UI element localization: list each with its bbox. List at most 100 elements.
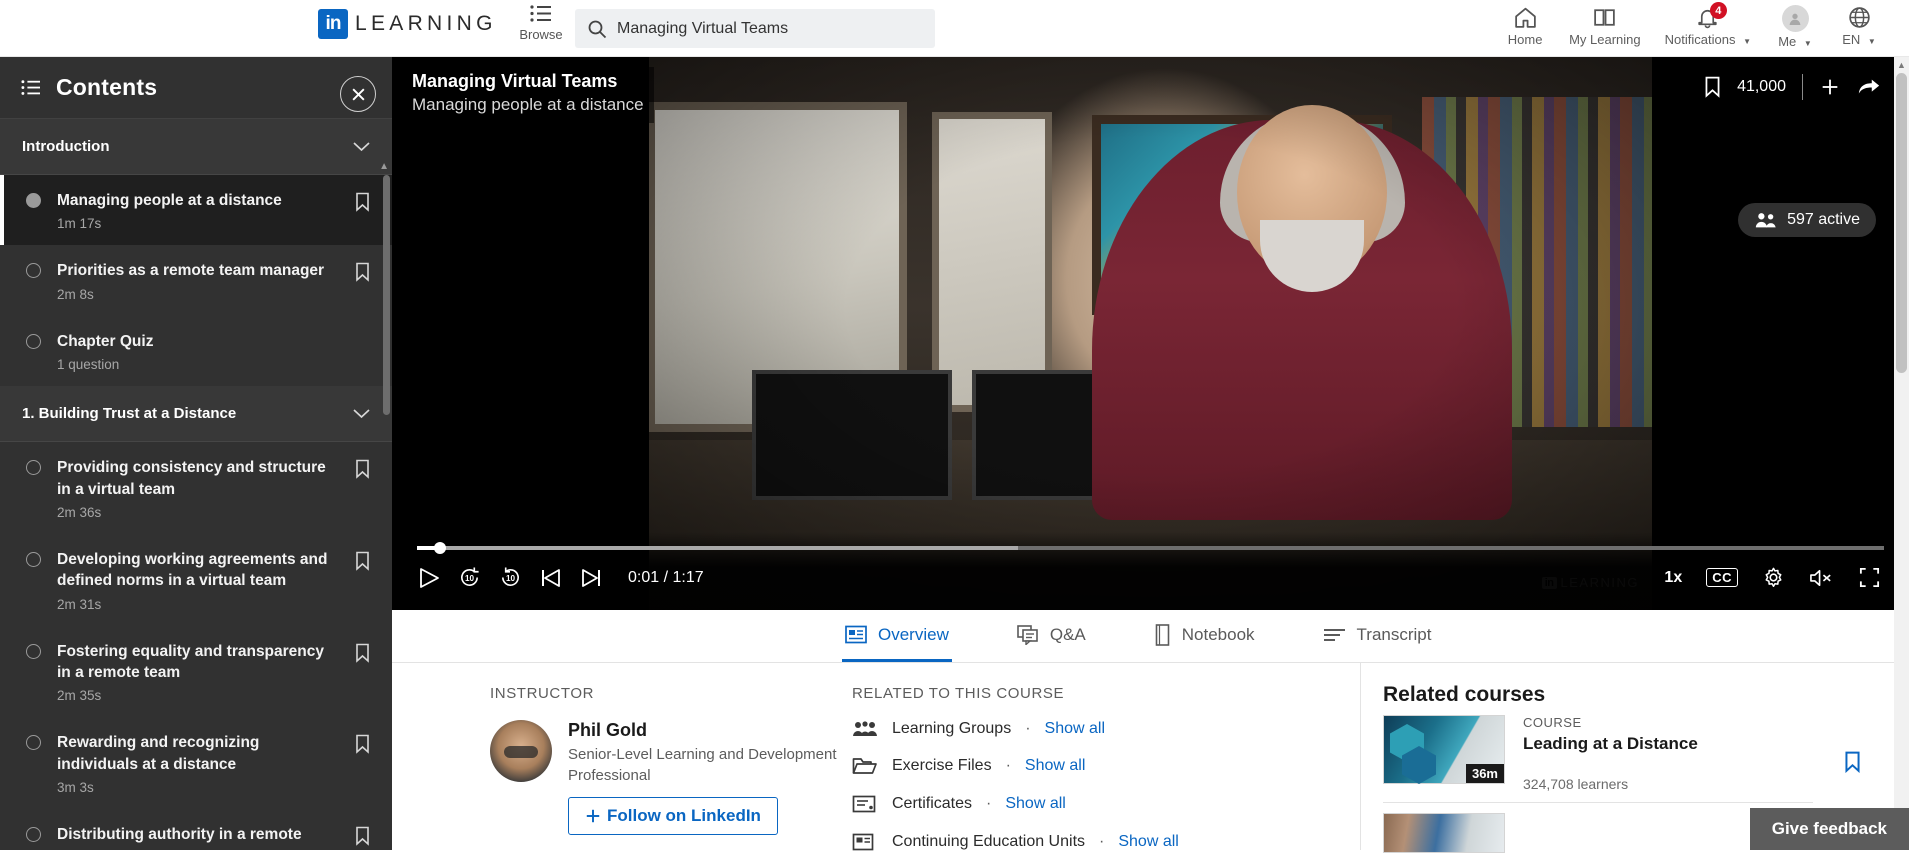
tab-notebook[interactable]: Notebook: [1151, 610, 1258, 662]
plus-icon[interactable]: [1819, 76, 1841, 98]
header-nav: Home My Learning 4 Notifications ▼: [1493, 2, 1891, 52]
search-box[interactable]: [575, 9, 935, 48]
certificate-icon: [852, 794, 878, 814]
list-icon: [20, 79, 42, 97]
page-scroll-up-arrow[interactable]: ▲: [1897, 60, 1906, 70]
progress-handle[interactable]: [434, 542, 446, 554]
search-icon: [587, 19, 607, 39]
sidebar-scroll-thumb[interactable]: [383, 175, 390, 415]
nav-notifications[interactable]: 4 Notifications ▼: [1653, 2, 1763, 50]
avatar-icon: [1787, 11, 1803, 27]
lesson-duration: 2m 36s: [57, 505, 339, 520]
forward-10-icon[interactable]: 10: [499, 566, 522, 589]
lesson-title: Developing working agreements and define…: [57, 549, 339, 592]
nav-my-learning[interactable]: My Learning: [1557, 2, 1653, 50]
nav-language-text: EN: [1842, 32, 1860, 47]
rewind-10-icon[interactable]: 10: [458, 566, 481, 589]
nav-language[interactable]: EN ▼: [1827, 2, 1891, 50]
related-course-kicker: COURSE: [1523, 715, 1698, 730]
lesson-status-icon: [26, 334, 41, 349]
captions-button[interactable]: CC: [1706, 568, 1738, 587]
fullscreen-icon[interactable]: [1858, 566, 1881, 589]
page-scroll-thumb[interactable]: [1896, 73, 1907, 373]
nav-me[interactable]: Me ▼: [1763, 2, 1827, 52]
avatar: [1782, 5, 1809, 32]
bookmark-icon[interactable]: [355, 551, 370, 571]
nav-my-learning-label: My Learning: [1569, 32, 1641, 47]
lesson-item-rewarding-and-recognizing[interactable]: Rewarding and recognizing individuals at…: [0, 717, 392, 809]
linkedin-learning-logo[interactable]: in LEARNING: [318, 9, 497, 39]
lesson-item-providing-consistency[interactable]: Providing consistency and structure in a…: [0, 442, 392, 534]
people-icon: [1754, 211, 1778, 229]
bookmark-icon[interactable]: [355, 459, 370, 479]
video-actions: 41,000: [1704, 74, 1881, 100]
bookmark-icon[interactable]: [355, 262, 370, 282]
play-icon[interactable]: [418, 567, 440, 589]
show-all-link[interactable]: Show all: [1045, 720, 1105, 738]
nav-me-label: Me ▼: [1778, 34, 1812, 49]
bookmark-icon[interactable]: [355, 826, 370, 846]
nav-language-label: EN ▼: [1842, 32, 1876, 47]
bookmark-icon[interactable]: [355, 734, 370, 754]
lesson-item-fostering-equality[interactable]: Fostering equality and transparency in a…: [0, 626, 392, 718]
video-player[interactable]: Managing Virtual Teams Managing people a…: [392, 57, 1909, 610]
scroll-up-arrow[interactable]: ▲: [379, 161, 389, 172]
chevron-down-icon: [353, 141, 370, 152]
active-viewers-badge: 597 active: [1738, 203, 1876, 237]
show-all-link[interactable]: Show all: [1025, 757, 1085, 775]
lesson-item-chapter-quiz[interactable]: Chapter Quiz 1 question: [0, 316, 392, 386]
tab-qa[interactable]: Q&A: [1014, 610, 1089, 662]
active-viewers-label: 597 active: [1787, 211, 1860, 229]
bookmark-count: 41,000: [1737, 78, 1786, 96]
lesson-item-managing-people-at-a-distance[interactable]: Managing people at a distance 1m 17s: [0, 175, 392, 245]
related-course-name[interactable]: Leading at a Distance: [1523, 734, 1698, 754]
related-item-label: Certificates: [892, 795, 972, 813]
chapter-title: 1. Building Trust at a Distance: [22, 405, 236, 422]
chapter-header-introduction[interactable]: Introduction: [0, 119, 392, 175]
video-title-overlay: Managing Virtual Teams Managing people a…: [408, 67, 654, 123]
related-course-thumbnail-next[interactable]: [1383, 813, 1505, 853]
lesson-body: Distributing authority in a remote team …: [57, 824, 339, 850]
bookmark-icon[interactable]: [355, 192, 370, 212]
show-all-link[interactable]: Show all: [1005, 795, 1065, 813]
lesson-title: Rewarding and recognizing individuals at…: [57, 732, 339, 775]
chapter-header-building-trust-at-a-distance[interactable]: 1. Building Trust at a Distance: [0, 386, 392, 442]
lesson-item-distributing-authority[interactable]: Distributing authority in a remote team …: [0, 809, 392, 850]
nav-home[interactable]: Home: [1493, 2, 1557, 50]
give-feedback-button[interactable]: Give feedback: [1750, 808, 1909, 850]
show-all-link[interactable]: Show all: [1118, 833, 1178, 851]
search-input[interactable]: [617, 20, 917, 38]
lesson-status-icon: [26, 263, 41, 278]
lesson-item-developing-working-agreements[interactable]: Developing working agreements and define…: [0, 534, 392, 626]
previous-icon[interactable]: [540, 567, 562, 589]
next-icon[interactable]: [580, 567, 602, 589]
volume-muted-icon[interactable]: [1809, 567, 1834, 589]
lesson-body: Fostering equality and transparency in a…: [57, 641, 339, 704]
related-courses-title: Related courses: [1383, 683, 1909, 707]
lesson-item-priorities-as-a-remote-team-manager[interactable]: Priorities as a remote team manager 2m 8…: [0, 245, 392, 315]
playback-speed-button[interactable]: 1x: [1664, 569, 1682, 587]
bookmark-icon[interactable]: [1704, 76, 1721, 98]
bookmark-icon[interactable]: [355, 643, 370, 663]
tab-transcript[interactable]: Transcript: [1320, 610, 1435, 662]
browse-label: Browse: [519, 27, 562, 42]
sidebar-scrollbar[interactable]: ▲ ▼: [383, 175, 390, 850]
gear-icon[interactable]: [1762, 566, 1785, 589]
close-contents-button[interactable]: [340, 76, 376, 112]
progress-bar[interactable]: [417, 546, 1884, 550]
follow-button-label: Follow on LinkedIn: [607, 806, 761, 826]
bookmark-icon[interactable]: [1844, 751, 1861, 773]
lesson-body: Providing consistency and structure in a…: [57, 457, 339, 520]
tab-notebook-label: Notebook: [1182, 625, 1255, 645]
instructor-avatar: [490, 720, 552, 782]
follow-on-linkedin-button[interactable]: Follow on LinkedIn: [568, 797, 778, 835]
share-icon[interactable]: [1857, 76, 1881, 98]
page-scrollbar[interactable]: ▲ ▼: [1894, 57, 1909, 850]
related-course-card[interactable]: 36m COURSE Leading at a Distance 324,708…: [1383, 715, 1909, 792]
global-header: in LEARNING Browse Home My: [0, 0, 1909, 57]
nav-notifications-label: Notifications ▼: [1665, 32, 1751, 47]
instructor-card: Phil Gold Senior-Level Learning and Deve…: [490, 720, 852, 835]
tab-overview[interactable]: Overview: [842, 610, 952, 662]
browse-button[interactable]: Browse: [508, 4, 574, 42]
chapter-title: Introduction: [22, 138, 109, 155]
